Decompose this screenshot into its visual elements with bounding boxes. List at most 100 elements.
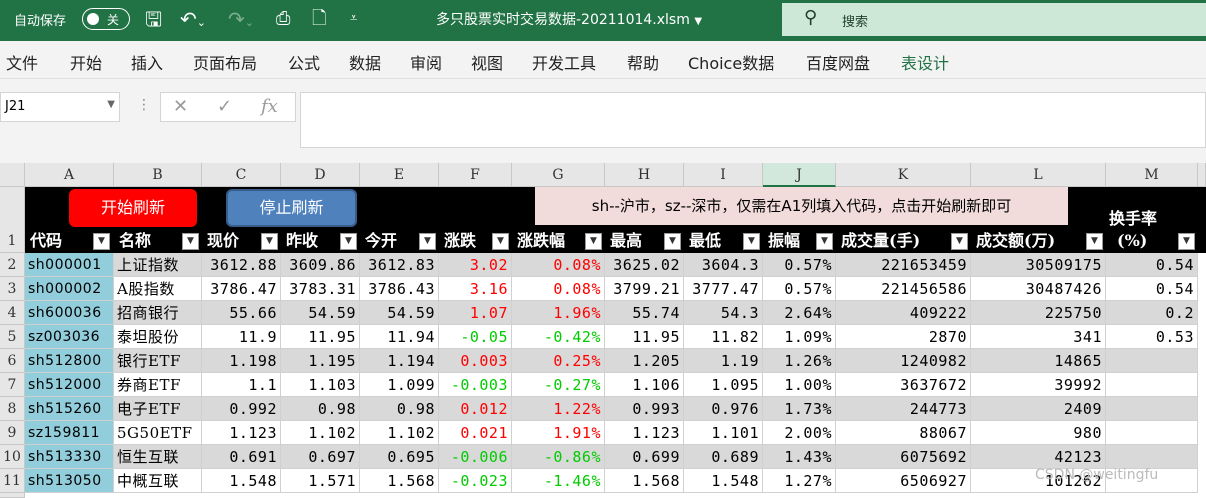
cell-price[interactable]: 1.198 [202, 349, 281, 373]
cell-low[interactable]: 1.548 [684, 469, 763, 493]
row-header-12[interactable] [0, 493, 25, 498]
tab-insert[interactable]: 插入 [131, 50, 163, 74]
row-header-10[interactable]: 10 [0, 445, 25, 469]
cell-prev-close[interactable]: 1.103 [281, 373, 360, 397]
name-box[interactable]: J21 ▼ [0, 92, 120, 122]
cell-amplitude[interactable]: 2.64% [763, 301, 836, 325]
filter-dropdown-j[interactable]: ▼ [816, 233, 833, 250]
cell-open[interactable]: 1.099 [360, 373, 439, 397]
cell-low[interactable]: 1.095 [684, 373, 763, 397]
row-header-4[interactable]: 4 [0, 301, 25, 325]
cell-turnover-rate[interactable] [1106, 373, 1198, 397]
cell-high[interactable]: 1.568 [605, 469, 684, 493]
filter-dropdown-c[interactable]: ▼ [261, 233, 278, 250]
cell-amplitude[interactable]: 1.26% [763, 349, 836, 373]
cell-turnover-amount[interactable]: 341 [971, 325, 1106, 349]
cell-change-pct[interactable]: 1.91% [512, 421, 605, 445]
cell-change[interactable]: 1.07 [439, 301, 512, 325]
start-refresh-button[interactable]: 开始刷新 [69, 189, 197, 227]
cell-change[interactable]: 0.021 [439, 421, 512, 445]
cell-volume[interactable]: 221456586 [836, 277, 971, 301]
cell-name[interactable]: 泰坦股份 [114, 325, 202, 349]
new-file-icon[interactable]: 🗋 [312, 7, 326, 31]
splitter-dots-icon[interactable]: ⋮ [137, 97, 151, 113]
cell-code[interactable]: sh513050 [25, 469, 114, 493]
cell-low[interactable]: 1.101 [684, 421, 763, 445]
cell-volume[interactable]: 3637672 [836, 373, 971, 397]
cell-volume[interactable]: 1240982 [836, 349, 971, 373]
row-header-5[interactable]: 5 [0, 325, 25, 349]
cell-price[interactable]: 1.548 [202, 469, 281, 493]
cell-low[interactable]: 3604.3 [684, 253, 763, 277]
cell-code[interactable]: sh000001 [25, 253, 114, 277]
row-header-3[interactable]: 3 [0, 277, 25, 301]
cell-amplitude[interactable]: 1.27% [763, 469, 836, 493]
cell-name[interactable]: 电子ETF [114, 397, 202, 421]
tab-baidu-netdisk[interactable]: 百度网盘 [806, 50, 870, 74]
cell-change[interactable]: -0.023 [439, 469, 512, 493]
cell-name[interactable]: 招商银行 [114, 301, 202, 325]
cell-open[interactable]: 1.194 [360, 349, 439, 373]
cell-volume[interactable]: 409222 [836, 301, 971, 325]
row-header-8[interactable]: 8 [0, 397, 25, 421]
cell-volume[interactable]: 6075692 [836, 445, 971, 469]
cell-name[interactable]: A股指数 [114, 277, 202, 301]
cell-change[interactable]: 0.012 [439, 397, 512, 421]
autosave-toggle[interactable]: 关 [82, 8, 130, 30]
cell-turnover-rate[interactable] [1106, 397, 1198, 421]
filter-dropdown-e[interactable]: ▼ [419, 233, 436, 250]
cell-prev-close[interactable]: 1.195 [281, 349, 360, 373]
cell-change-pct[interactable]: -0.27% [512, 373, 605, 397]
cell-turnover-rate[interactable]: 0.53 [1106, 325, 1198, 349]
cell-high[interactable]: 3625.02 [605, 253, 684, 277]
cell-change-pct[interactable]: 0.08% [512, 253, 605, 277]
cell-amplitude[interactable]: 0.57% [763, 277, 836, 301]
cell-volume[interactable]: 6506927 [836, 469, 971, 493]
cell-price[interactable]: 55.66 [202, 301, 281, 325]
column-header-a[interactable]: A [25, 163, 114, 187]
cell-change-pct[interactable]: -0.42% [512, 325, 605, 349]
cell-prev-close[interactable]: 1.571 [281, 469, 360, 493]
cell-amplitude[interactable]: 1.09% [763, 325, 836, 349]
cell-turnover-amount[interactable]: 39992 [971, 373, 1106, 397]
row-header-1[interactable]: 1 [0, 187, 25, 253]
cell-low[interactable]: 1.19 [684, 349, 763, 373]
cell-name[interactable]: 上证指数 [114, 253, 202, 277]
cell-prev-close[interactable]: 3783.31 [281, 277, 360, 301]
filter-dropdown-b[interactable]: ▼ [182, 233, 199, 250]
undo-icon[interactable]: ↶⌄ [180, 7, 206, 35]
column-header-j[interactable]: J [763, 163, 836, 187]
column-header-g[interactable]: G [512, 163, 605, 187]
cell-change[interactable]: -0.006 [439, 445, 512, 469]
row-header-2[interactable]: 2 [0, 253, 25, 277]
column-header-b[interactable]: B [114, 163, 202, 187]
cell-name[interactable]: 券商ETF [114, 373, 202, 397]
cell-change[interactable]: 3.16 [439, 277, 512, 301]
cell-turnover-rate[interactable]: 0.2 [1106, 301, 1198, 325]
tab-choice-data[interactable]: Choice数据 [688, 50, 774, 74]
cell-price[interactable]: 3786.47 [202, 277, 281, 301]
filter-dropdown-m[interactable]: ▼ [1178, 233, 1195, 250]
cell-change[interactable]: -0.003 [439, 373, 512, 397]
cell-code[interactable]: sh512000 [25, 373, 114, 397]
cell-turnover-rate[interactable]: 0.54 [1106, 253, 1198, 277]
filter-dropdown-h[interactable]: ▼ [664, 233, 681, 250]
cell-high[interactable]: 3799.21 [605, 277, 684, 301]
cell-code[interactable]: sz003036 [25, 325, 114, 349]
cell-turnover-amount[interactable]: 2409 [971, 397, 1106, 421]
cell-volume[interactable]: 2870 [836, 325, 971, 349]
cell-open[interactable]: 11.94 [360, 325, 439, 349]
cell-volume[interactable]: 244773 [836, 397, 971, 421]
column-header-e[interactable]: E [360, 163, 439, 187]
tab-view[interactable]: 视图 [471, 50, 503, 74]
cell-amplitude[interactable]: 1.43% [763, 445, 836, 469]
stop-refresh-button[interactable]: 停止刷新 [226, 189, 357, 227]
cell-code[interactable]: sh000002 [25, 277, 114, 301]
filter-dropdown-g[interactable]: ▼ [585, 233, 602, 250]
cell-change-pct[interactable]: -0.86% [512, 445, 605, 469]
cell-change-pct[interactable]: -1.46% [512, 469, 605, 493]
cell-turnover-rate[interactable] [1106, 445, 1198, 469]
cell-high[interactable]: 1.123 [605, 421, 684, 445]
cell-open[interactable]: 1.102 [360, 421, 439, 445]
tab-data[interactable]: 数据 [349, 50, 381, 74]
